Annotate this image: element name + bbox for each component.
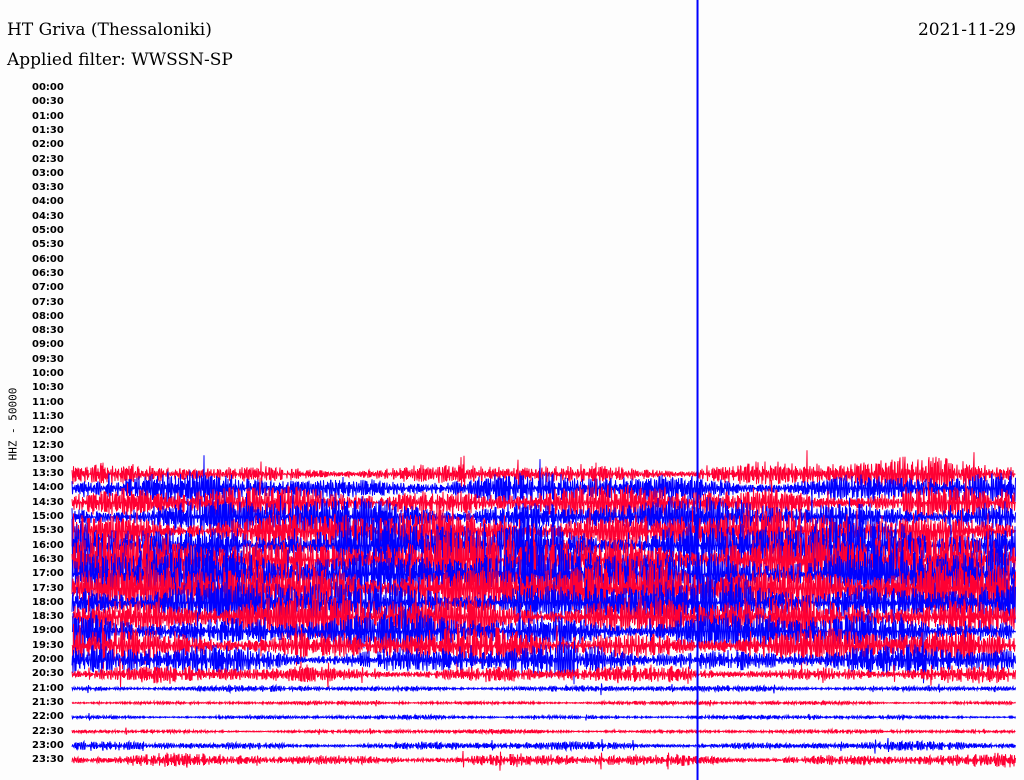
trace-row-2100 — [71, 683, 1016, 696]
trace-row-2300 — [71, 737, 1016, 754]
trace-area — [71, 0, 1016, 780]
trace-row-2230 — [71, 727, 1016, 736]
trace-row-2130 — [71, 699, 1016, 707]
helicorder-plot: HT Griva (Thessaloniki) Applied filter: … — [0, 0, 1024, 780]
trace-row-2330 — [71, 750, 1016, 771]
trace-row-2200 — [71, 713, 1016, 721]
